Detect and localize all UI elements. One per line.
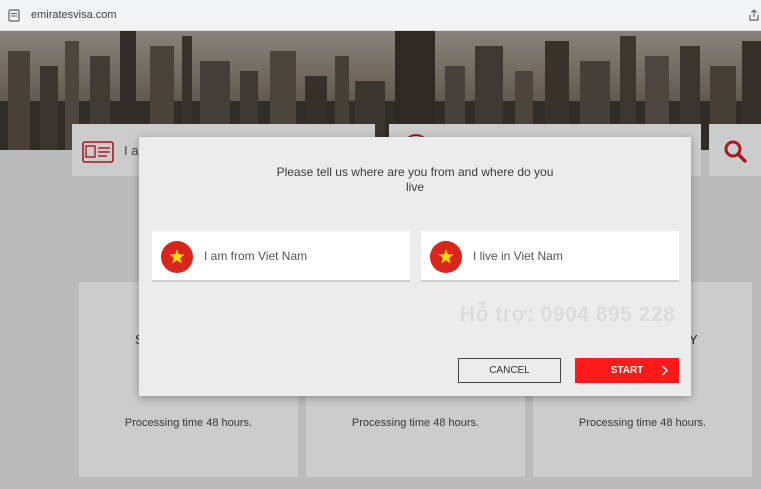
start-button-label: START bbox=[610, 365, 644, 376]
browser-address-bar[interactable]: emiratesvisa.com bbox=[0, 0, 761, 31]
share-icon[interactable] bbox=[748, 9, 760, 21]
nationality-option[interactable]: I am from Viet Nam bbox=[152, 231, 410, 282]
vietnam-flag-icon bbox=[161, 241, 193, 273]
chevron-right-icon bbox=[662, 365, 668, 376]
nationality-option-label: I am from Viet Nam bbox=[204, 249, 308, 263]
residence-option-label: I live in Viet Nam bbox=[473, 249, 563, 263]
support-hotline-watermark: Hỗ trợ: 0904 895 228 bbox=[460, 303, 676, 326]
start-button[interactable]: START bbox=[575, 358, 679, 383]
vietnam-flag-icon bbox=[430, 241, 462, 273]
location-dialog: Please tell us where are you from and wh… bbox=[139, 137, 691, 396]
page-info-icon[interactable] bbox=[8, 9, 20, 22]
cancel-button[interactable]: CANCEL bbox=[458, 358, 561, 383]
url-text[interactable]: emiratesvisa.com bbox=[31, 9, 117, 21]
dialog-title: Please tell us where are you from and wh… bbox=[276, 165, 554, 194]
residence-option[interactable]: I live in Viet Nam bbox=[421, 231, 679, 282]
